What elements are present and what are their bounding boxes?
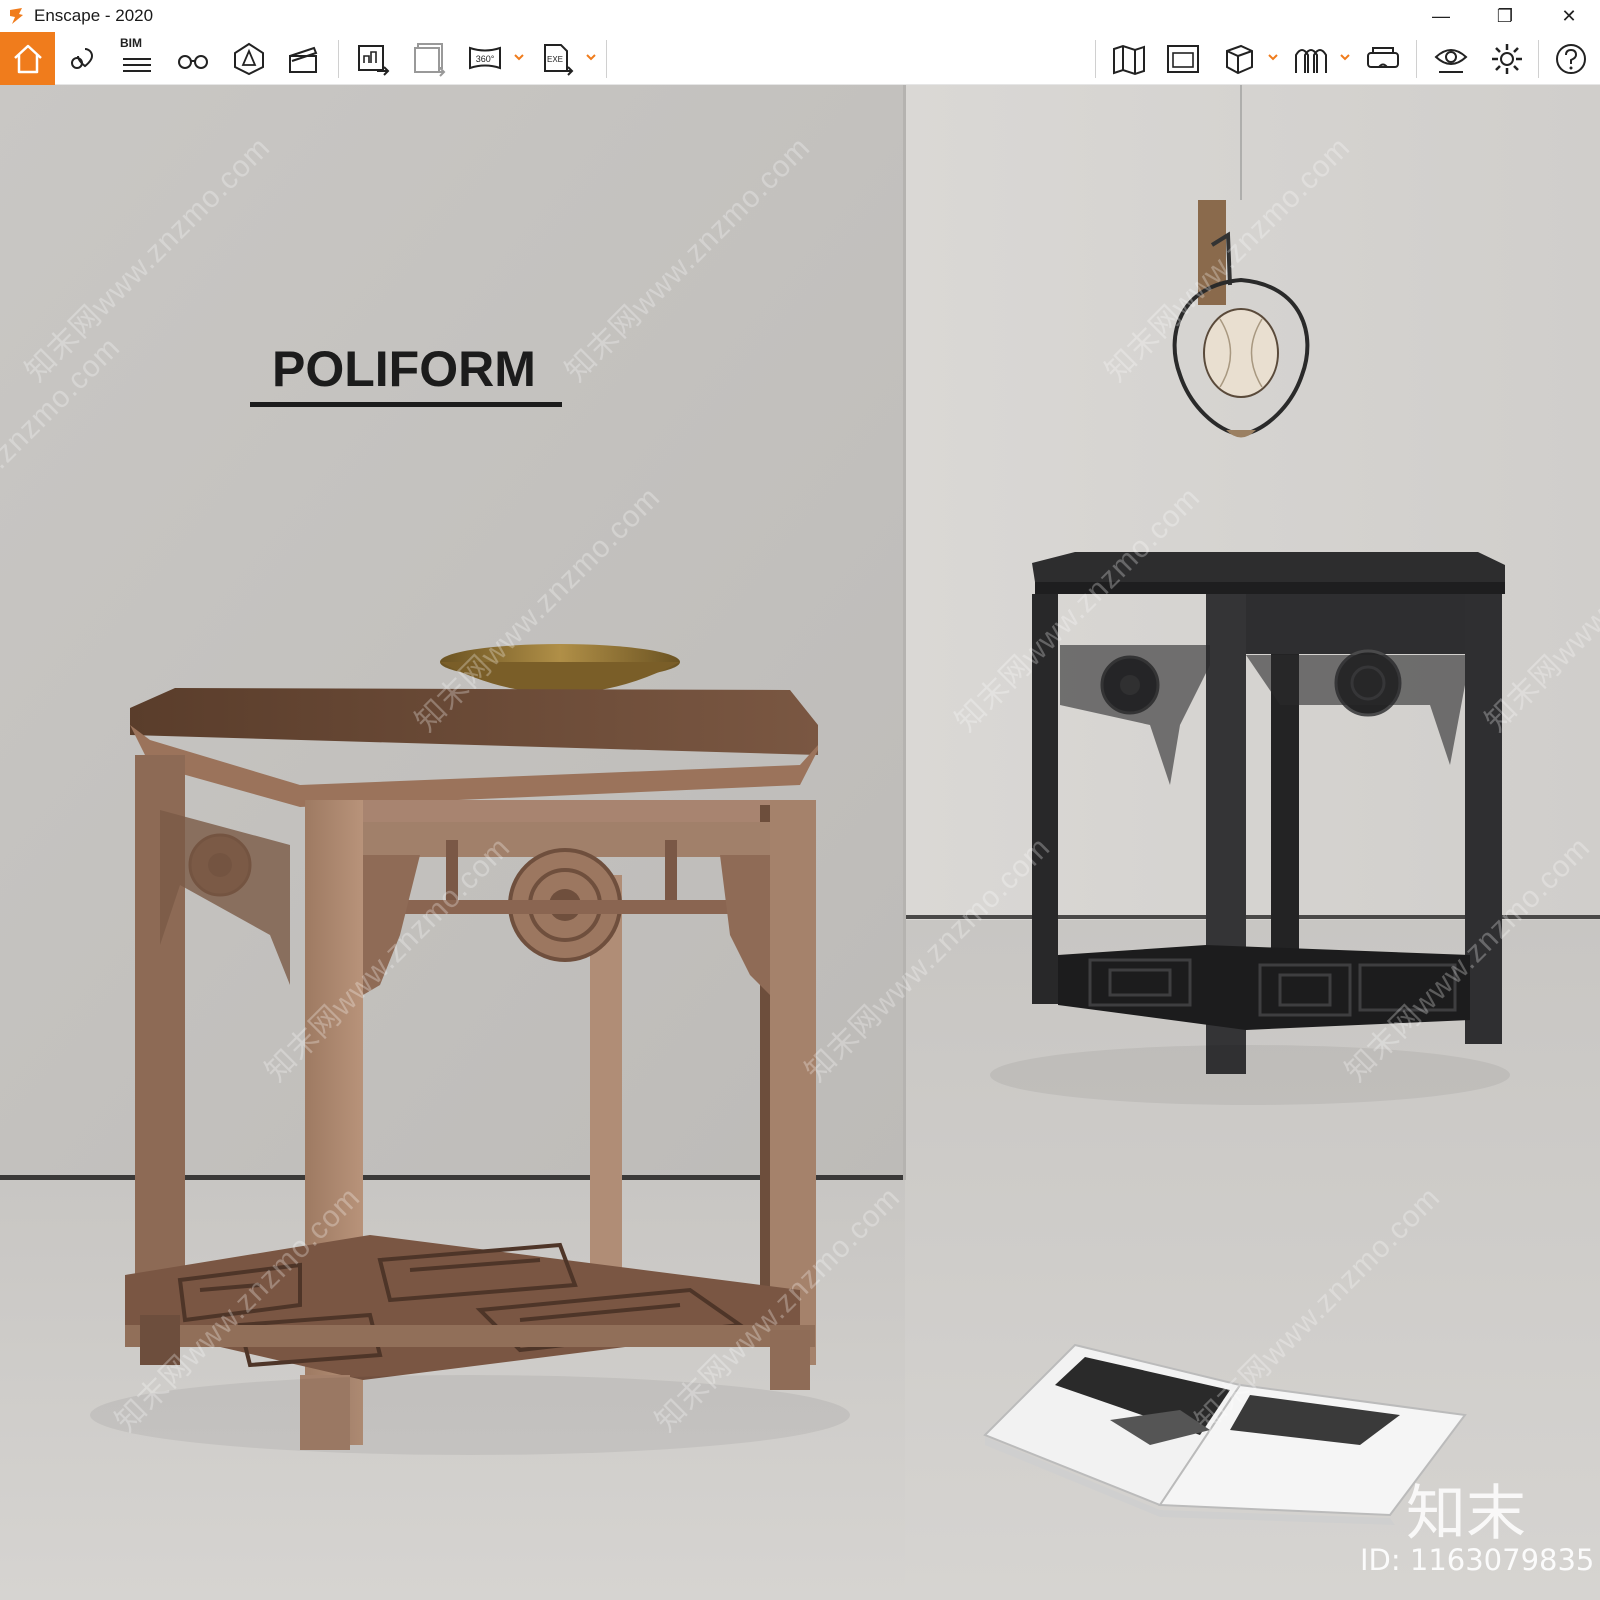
archways-button[interactable] bbox=[1288, 36, 1334, 82]
bim-label: BIM bbox=[120, 36, 142, 50]
site-logo: 知末 bbox=[1406, 1479, 1526, 1549]
cube-button[interactable] bbox=[1216, 36, 1262, 82]
archways-icon bbox=[1295, 49, 1327, 73]
map-icon bbox=[1113, 44, 1145, 76]
panorama-360-button[interactable]: 360° bbox=[462, 36, 508, 82]
panorama-dropdown-chevron-icon[interactable] bbox=[512, 50, 526, 64]
toolbar-separator bbox=[606, 40, 607, 78]
views-button[interactable] bbox=[1160, 36, 1206, 82]
close-button[interactable]: ✕ bbox=[1538, 0, 1600, 32]
settings-button[interactable] bbox=[1484, 36, 1530, 82]
asset-library-button[interactable] bbox=[226, 36, 272, 82]
brand-title: POLIFORM bbox=[272, 341, 536, 397]
restore-button[interactable]: ❐ bbox=[1474, 0, 1536, 32]
binoculars-button[interactable] bbox=[170, 36, 216, 82]
toolbar-separator bbox=[1095, 40, 1096, 78]
batch-render-button[interactable] bbox=[406, 36, 452, 82]
asset-library-icon bbox=[234, 42, 264, 76]
map-button[interactable] bbox=[1106, 36, 1152, 82]
views-icon bbox=[1167, 45, 1199, 73]
gear-icon bbox=[1492, 44, 1522, 74]
help-icon bbox=[1556, 44, 1586, 74]
map-pin-view-icon bbox=[71, 48, 94, 69]
enscape-window: Enscape - 2020 — ❐ ✕ BIM 360° EXE 知末网www… bbox=[0, 0, 1600, 1600]
exe-export-icon: EXE bbox=[544, 44, 574, 76]
window-title: Enscape - 2020 bbox=[34, 6, 154, 25]
close-icon: ✕ bbox=[1561, 5, 1577, 26]
render-viewport[interactable]: 知末网www.znzmo.com 知末网www.znzmo.com 知末网www… bbox=[0, 85, 1600, 1600]
video-editor-button[interactable] bbox=[280, 36, 326, 82]
binoculars-icon bbox=[178, 55, 208, 69]
exe-dropdown-chevron-icon[interactable] bbox=[584, 50, 598, 64]
title-bar: Enscape - 2020 — ❐ ✕ bbox=[0, 0, 1600, 32]
visual-settings-button[interactable] bbox=[1428, 36, 1474, 82]
enscape-logo-icon bbox=[6, 5, 28, 27]
home-button[interactable] bbox=[0, 32, 55, 85]
vr-headset-button[interactable] bbox=[1360, 36, 1406, 82]
visual-settings-icon bbox=[1434, 49, 1468, 73]
minimize-icon: — bbox=[1432, 5, 1450, 26]
toolbar-separator bbox=[338, 40, 339, 78]
restore-icon: ❐ bbox=[1496, 5, 1514, 26]
minimize-button[interactable]: — bbox=[1410, 0, 1472, 32]
panorama-360-label: 360° bbox=[476, 54, 495, 64]
clapperboard-icon bbox=[289, 46, 318, 73]
panorama-360-icon: 360° bbox=[469, 46, 501, 70]
model-id: ID: 1163079835 bbox=[1360, 1543, 1595, 1577]
help-button[interactable] bbox=[1548, 36, 1594, 82]
view-management-button[interactable] bbox=[60, 36, 106, 82]
vr-headset-icon bbox=[1367, 47, 1399, 68]
main-toolbar: BIM 360° EXE bbox=[0, 32, 1600, 114]
screenshot-export-button[interactable] bbox=[350, 36, 396, 82]
scene-render bbox=[0, 85, 1600, 1600]
toolbar-separator bbox=[1538, 40, 1539, 78]
exe-export-button[interactable]: EXE bbox=[534, 36, 580, 82]
screenshot-export-icon bbox=[358, 45, 390, 76]
home-icon bbox=[13, 44, 42, 73]
batch-render-icon bbox=[414, 43, 446, 77]
cube-icon bbox=[1226, 44, 1253, 75]
exe-export-label: EXE bbox=[547, 55, 563, 64]
bim-button[interactable]: BIM bbox=[114, 36, 160, 82]
archways-dropdown-chevron-icon[interactable] bbox=[1338, 50, 1352, 64]
toolbar-separator bbox=[1416, 40, 1417, 78]
cube-dropdown-chevron-icon[interactable] bbox=[1266, 50, 1280, 64]
brand-underline bbox=[250, 402, 562, 407]
